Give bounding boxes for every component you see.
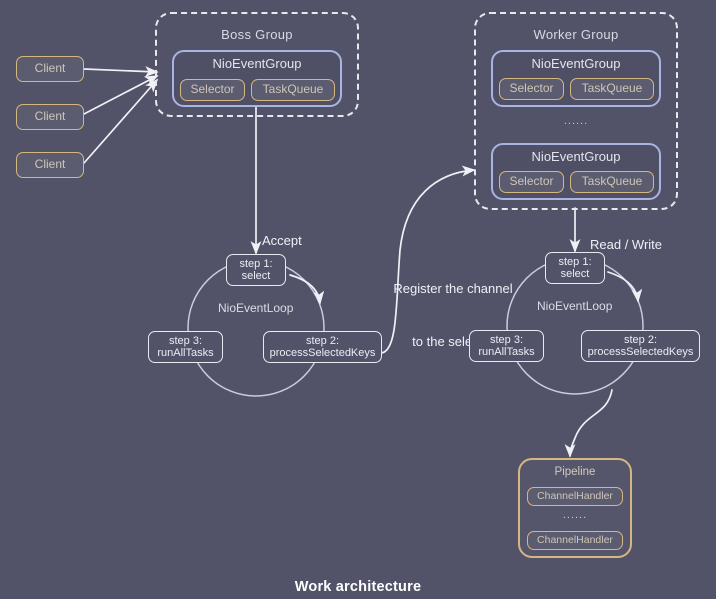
- edge-client1-to-boss: [83, 66, 159, 77]
- worker-step1-line2: select: [560, 268, 590, 280]
- boss-step2-line1: step 2:: [305, 334, 340, 347]
- client-label: Client: [34, 61, 66, 76]
- boss-step1-line1: step 1:: [239, 257, 273, 270]
- worker-step2-line1: step 2:: [623, 333, 658, 346]
- boss-step2-line2: processSelectedKeys: [269, 347, 376, 359]
- boss-taskqueue-box[interactable]: TaskQueue: [251, 79, 335, 101]
- register-channel-label: Register the channel to the selector: [383, 245, 523, 385]
- worker-nioeventgroup-1-title: NioEventGroup: [531, 56, 621, 71]
- client-box-2[interactable]: Client: [16, 104, 84, 130]
- pipeline-ellipsis: ......: [562, 509, 588, 521]
- diagram-canvas: Client Client Client Boss Group NioEvent…: [0, 0, 716, 599]
- worker-nioeventgroup-2-title: NioEventGroup: [531, 149, 621, 164]
- worker-step3-box[interactable]: step 3: runAllTasks: [469, 330, 544, 362]
- channel-handler-box-1[interactable]: ChannelHandler: [527, 487, 623, 506]
- boss-nioeventgroup-title: NioEventGroup: [212, 56, 302, 71]
- worker-step2-line2: processSelectedKeys: [587, 346, 694, 358]
- worker-step1-line1: step 1:: [558, 255, 592, 268]
- worker-selector-box-1[interactable]: Selector: [499, 78, 564, 100]
- edge-client2-to-boss: [83, 75, 159, 115]
- client-label: Client: [34, 157, 66, 172]
- boss-taskqueue-label: TaskQueue: [262, 82, 324, 97]
- worker-selector-label: Selector: [509, 81, 554, 96]
- boss-selector-box[interactable]: Selector: [180, 79, 245, 101]
- boss-selector-label: Selector: [190, 82, 235, 97]
- boss-loop-name: NioEventLoop: [218, 301, 294, 315]
- worker-loop-name: NioEventLoop: [537, 299, 613, 313]
- worker-step1-box[interactable]: step 1: select: [545, 252, 605, 284]
- pipeline-title: Pipeline: [554, 466, 596, 478]
- worker-step2-box[interactable]: step 2: processSelectedKeys: [581, 330, 700, 362]
- worker-taskqueue-box-2[interactable]: TaskQueue: [570, 171, 654, 193]
- channel-handler-label: ChannelHandler: [537, 489, 613, 502]
- register-channel-line1: Register the channel: [393, 281, 513, 297]
- worker-selector-label: Selector: [509, 174, 554, 189]
- boss-loop-arrow: [289, 274, 325, 305]
- boss-step3-line2: runAllTasks: [157, 347, 214, 359]
- boss-step1-line2: select: [241, 270, 271, 282]
- channel-handler-box-2[interactable]: ChannelHandler: [527, 531, 623, 550]
- accept-label: Accept: [262, 233, 302, 248]
- worker-taskqueue-label: TaskQueue: [581, 81, 643, 96]
- worker-selector-box-2[interactable]: Selector: [499, 171, 564, 193]
- boss-group-title: Boss Group: [221, 27, 293, 42]
- client-box-3[interactable]: Client: [16, 152, 84, 178]
- channel-handler-label: ChannelHandler: [537, 533, 613, 546]
- read-write-label: Read / Write: [590, 237, 663, 252]
- edge-to-pipeline: [564, 389, 613, 458]
- boss-step3-box[interactable]: step 3: runAllTasks: [148, 331, 223, 363]
- boss-step1-box[interactable]: step 1: select: [226, 254, 286, 286]
- worker-loop-arrow: [607, 271, 643, 303]
- worker-taskqueue-box-1[interactable]: TaskQueue: [570, 78, 654, 100]
- worker-group-title: Worker Group: [533, 27, 619, 42]
- boss-step2-box[interactable]: step 2: processSelectedKeys: [263, 331, 382, 363]
- diagram-caption: Work architecture: [294, 579, 422, 595]
- client-label: Client: [34, 109, 66, 124]
- client-box-1[interactable]: Client: [16, 56, 84, 82]
- worker-group-ellipsis: ......: [563, 115, 589, 127]
- worker-taskqueue-label: TaskQueue: [581, 174, 643, 189]
- worker-step3-line2: runAllTasks: [478, 346, 535, 358]
- edge-client3-to-boss: [83, 78, 159, 164]
- worker-step3-line1: step 3:: [489, 333, 524, 346]
- boss-step3-line1: step 3:: [168, 334, 203, 347]
